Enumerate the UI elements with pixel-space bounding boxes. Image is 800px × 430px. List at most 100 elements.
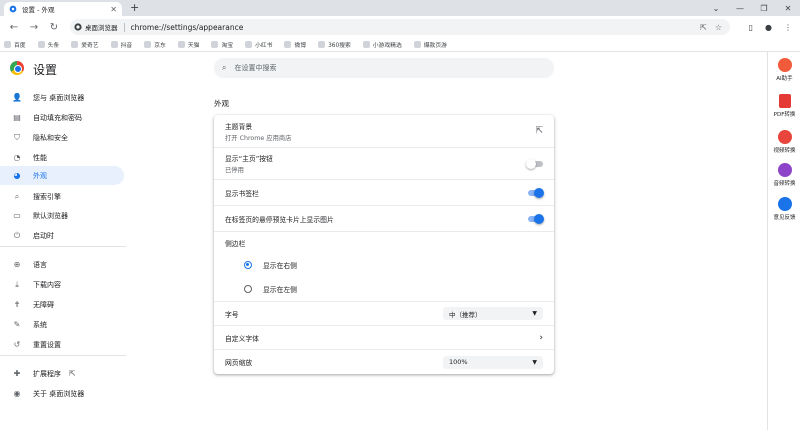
reload-icon[interactable]: ↻ — [44, 22, 64, 33]
site-chip-label: 桌面浏览器 — [85, 24, 118, 32]
custom-fonts-row[interactable]: 自定义字体 › — [214, 325, 554, 349]
bookmark-item[interactable]: 小红书 — [245, 40, 272, 49]
bookmark-item[interactable]: 抖音 — [110, 40, 132, 49]
tab-hover-toggle[interactable] — [526, 213, 544, 224]
sidebar-item-default-browser[interactable]: ▭ 默认浏览器 — [0, 206, 124, 225]
forward-icon[interactable]: → — [24, 22, 44, 33]
chevron-down-icon: ▼ — [532, 358, 537, 366]
nav-divider — [0, 355, 126, 356]
bookmark-item[interactable]: 京东 — [144, 40, 166, 49]
page-zoom-select[interactable]: 100% ▼ — [443, 355, 543, 369]
accessibility-icon: ✝ — [13, 300, 21, 309]
share-icon[interactable]: ⇱ — [700, 23, 707, 32]
home-button-title: 显示“主页”按钮 — [225, 155, 273, 163]
shield-icon: ⛉ — [14, 132, 20, 142]
radio-button[interactable] — [244, 261, 252, 269]
bookmark-favicon-icon — [37, 41, 45, 48]
bookmark-favicon-icon — [177, 41, 185, 48]
maximize-icon[interactable]: ❐ — [752, 4, 776, 13]
custom-fonts-title: 自定义字体 — [225, 334, 259, 343]
tab-strip: 设置 - 外观 ✕ + ⌄ — ❐ ✕ — [0, 0, 800, 16]
wrench-icon: ✎ — [13, 320, 21, 329]
bookmark-item[interactable]: 小游戏精选 — [362, 40, 402, 49]
theme-row[interactable]: 主题背景 打开 Chrome 应用商店 ⇱ — [214, 115, 554, 147]
search-icon: ⌕ — [222, 63, 227, 72]
sidebar-item-search-engine[interactable]: ⌕ 搜索引擎 — [0, 187, 124, 206]
sidebar-item-extensions[interactable]: ✚ 扩展程序 ⇱ — [0, 364, 124, 383]
bookmarks-bar-row: 显示书签栏 — [214, 179, 554, 205]
person-icon: 👤 — [12, 93, 22, 102]
sidebar-item-system[interactable]: ✎ 系统 — [0, 315, 124, 334]
bookmark-star-icon[interactable]: ☆ — [715, 23, 722, 32]
home-button-toggle[interactable] — [526, 158, 543, 169]
video-convert-button[interactable]: 视频转换 — [768, 130, 800, 154]
tab-title: 设置 - 外观 — [22, 6, 55, 14]
settings-search-input[interactable]: ⌕ 在设置中搜索 — [214, 58, 554, 78]
bookmark-item[interactable]: 百度 — [4, 40, 26, 49]
address-bar[interactable]: 桌面浏览器 chrome://settings/appearance ⇱ ☆ — [70, 19, 730, 35]
bookmarks-bar-toggle[interactable] — [526, 187, 544, 198]
bookmark-item[interactable]: 微博 — [284, 40, 306, 49]
side-panel-left-option[interactable]: 显示在左侧 — [214, 281, 554, 297]
sidebar-item-you[interactable]: 👤 您与 桌面浏览器 — [0, 88, 124, 107]
bookmark-item[interactable]: 天猫 — [177, 40, 199, 49]
new-tab-button[interactable]: + — [130, 1, 139, 14]
page-zoom-title: 网页缩放 — [225, 359, 253, 367]
side-panel-right-option[interactable]: 显示在右侧 — [214, 257, 554, 273]
radio-button[interactable] — [244, 285, 252, 293]
font-size-select[interactable]: 中（推荐） ▼ — [443, 307, 543, 320]
chevron-right-icon: › — [539, 332, 543, 343]
bookmark-item[interactable]: 爆款页游 — [413, 40, 447, 49]
bookmark-favicon-icon — [284, 41, 292, 48]
power-icon: ⏻ — [13, 230, 21, 240]
sidebar-item-reset[interactable]: ↺ 重置设置 — [0, 335, 124, 354]
open-external-icon[interactable]: ⇱ — [535, 126, 543, 136]
back-icon[interactable]: ← — [4, 22, 24, 33]
site-chip[interactable]: 桌面浏览器 — [74, 22, 124, 32]
bookmark-item[interactable]: 爱奇艺 — [71, 40, 99, 49]
feedback-icon — [777, 197, 792, 211]
globe-icon: ⊕ — [13, 260, 21, 269]
ai-assistant-icon — [777, 58, 792, 72]
audio-convert-button[interactable]: 音频转换 — [768, 163, 800, 187]
sidebar-item-privacy[interactable]: ⛉ 隐私和安全 — [0, 128, 124, 147]
sidebar-item-about[interactable]: ◉ 关于 桌面浏览器 — [0, 384, 124, 403]
side-panel-icon[interactable]: ▯ — [749, 23, 753, 32]
bookmark-item[interactable]: 360搜索 — [318, 40, 351, 49]
bookmark-item[interactable]: 淘宝 — [211, 40, 233, 49]
ai-assistant-button[interactable]: AI助手 — [768, 58, 800, 82]
settings-logo-icon — [10, 61, 24, 75]
pdf-convert-button[interactable]: PDF转换 — [768, 94, 800, 118]
tab-settings[interactable]: 设置 - 外观 ✕ — [4, 2, 122, 16]
window-close-icon[interactable]: ✕ — [776, 4, 800, 13]
browser-logo-icon — [74, 23, 82, 31]
profile-icon[interactable]: ● — [765, 23, 772, 32]
sidebar-item-performance[interactable]: ◔ 性能 — [0, 148, 124, 167]
sidebar-item-autofill[interactable]: ▤ 自动填充和密码 — [0, 108, 124, 127]
bookmark-item[interactable]: 头条 — [37, 40, 59, 49]
feedback-button[interactable]: 意见反馈 — [768, 197, 800, 221]
autofill-icon: ▤ — [13, 113, 21, 122]
sidebar-item-appearance[interactable]: ◕ 外观 — [0, 166, 124, 185]
sidebar-item-downloads[interactable]: ⤓ 下载内容 — [0, 275, 124, 294]
bookmark-favicon-icon — [4, 41, 11, 48]
minimize-icon[interactable]: — — [728, 4, 752, 13]
extension-sidebar: AI助手 PDF转换 视频转换 音频转换 意见反馈 — [767, 52, 800, 430]
menu-icon[interactable]: ⋮ — [784, 23, 792, 32]
search-placeholder: 在设置中搜索 — [234, 64, 277, 72]
bookmarks-bar-title: 显示书签栏 — [225, 189, 259, 198]
close-icon[interactable]: ✕ — [110, 5, 117, 14]
sidebar-item-languages[interactable]: ⊕ 语言 — [0, 255, 124, 274]
about-icon: ◉ — [13, 389, 21, 398]
tab-search-icon[interactable]: ⌄ — [704, 4, 728, 13]
home-button-status: 已停用 — [225, 167, 244, 174]
bookmark-favicon-icon — [413, 41, 421, 48]
font-size-row: 字号 中（推荐） ▼ — [214, 301, 554, 325]
pdf-icon — [778, 94, 791, 108]
bookmark-favicon-icon — [110, 41, 118, 48]
bookmark-favicon-icon — [144, 41, 152, 48]
sidebar-item-accessibility[interactable]: ✝ 无障碍 — [0, 295, 124, 314]
bookmark-favicon-icon — [245, 41, 253, 48]
window-controls: ⌄ — ❐ ✕ — [704, 0, 800, 16]
sidebar-item-on-startup[interactable]: ⏻ 启动时 — [0, 226, 124, 245]
